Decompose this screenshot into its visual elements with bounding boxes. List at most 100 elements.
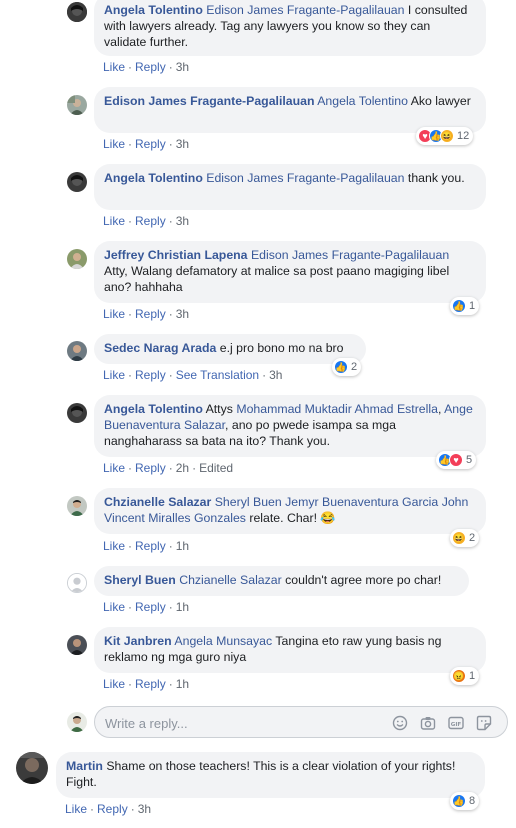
comment-actions: Like · Reply · 1h — [103, 677, 190, 691]
reply-link[interactable]: Reply — [135, 214, 166, 228]
comment-mention[interactable]: Jemyr Buenaventura Garcia — [285, 495, 438, 509]
comment-bubble: Angela Tolentino Edison James Fragante-P… — [94, 164, 486, 210]
comment-actions: Like · Reply · 3h — [103, 137, 190, 151]
comment-text: Atty, Walang defamatory at malice sa pos… — [104, 264, 450, 294]
reply-link[interactable]: Reply — [135, 600, 166, 614]
timestamp[interactable]: 3h — [176, 60, 189, 74]
emoji-icon[interactable] — [392, 715, 408, 731]
see-translation-link[interactable]: See Translation — [176, 368, 259, 382]
timestamp[interactable]: 3h — [176, 137, 189, 151]
like-link[interactable]: Like — [103, 60, 125, 74]
reply-input[interactable] — [105, 713, 375, 733]
like-link[interactable]: Like — [103, 307, 125, 321]
comment-actions: Like · Reply · 2h · Edited — [103, 461, 234, 475]
reply-link[interactable]: Reply — [135, 461, 166, 475]
comment-text: Shame on those teachers! This is a clear… — [66, 759, 456, 789]
comment-mention[interactable]: Angela Tolentino — [317, 94, 408, 108]
avatar[interactable] — [67, 403, 87, 423]
like-link[interactable]: Like — [103, 214, 125, 228]
avatar[interactable] — [67, 496, 87, 516]
sticker-icon[interactable] — [476, 715, 492, 731]
svg-text:GIF: GIF — [451, 722, 462, 728]
avatar[interactable] — [67, 573, 87, 593]
like-link[interactable]: Like — [103, 600, 125, 614]
timestamp[interactable]: 3h — [176, 214, 189, 228]
gif-icon[interactable]: GIF — [448, 715, 464, 731]
like-icon: 👍 — [452, 299, 466, 313]
comment-author[interactable]: Martin — [66, 759, 103, 773]
avatar[interactable] — [67, 341, 87, 361]
reply-link[interactable]: Reply — [135, 307, 166, 321]
reaction-summary[interactable]: ♥ 👍 😆 12 — [416, 127, 474, 145]
reply-composer[interactable]: GIF — [94, 706, 508, 738]
like-link[interactable]: Like — [103, 137, 125, 151]
reply-link[interactable]: Reply — [135, 539, 166, 553]
comment-text: couldn't agree more po char! — [281, 573, 442, 587]
like-link[interactable]: Like — [103, 539, 125, 553]
timestamp[interactable]: 3h — [138, 802, 151, 816]
comment-mention[interactable]: Edison James Fragante-Pagalilauan — [251, 248, 449, 262]
reaction-summary[interactable]: 👍 8 — [450, 792, 480, 810]
avatar[interactable] — [67, 249, 87, 269]
comment-actions: Like · Reply · 1h — [103, 600, 190, 614]
reply-link[interactable]: Reply — [97, 802, 128, 816]
comment-mention[interactable]: Edison James Fragante-Pagalilauan — [206, 171, 404, 185]
reaction-summary[interactable]: 👍 2 — [332, 358, 362, 376]
reply-link[interactable]: Reply — [135, 60, 166, 74]
reaction-summary[interactable]: 😠 1 — [450, 667, 480, 685]
reaction-count: 1 — [469, 670, 476, 682]
comment-author[interactable]: Kit Janbren — [104, 634, 172, 648]
comment-mention[interactable]: Edison James Fragante-Pagalilauan — [206, 3, 404, 17]
reaction-summary[interactable]: 👍 1 — [450, 297, 480, 315]
comment-actions: Like · Reply · See Translation · 3h — [103, 368, 283, 382]
comment-author[interactable]: Chzianelle Salazar — [104, 495, 211, 509]
like-link[interactable]: Like — [103, 677, 125, 691]
avatar[interactable] — [67, 95, 87, 115]
comment-bubble: Sedec Narag Arada e.j pro bono mo na bro — [94, 334, 366, 364]
comment-mention[interactable]: Sheryl Buen — [215, 495, 282, 509]
comment-actions: Like · Reply · 1h — [103, 539, 190, 553]
reply-link[interactable]: Reply — [135, 677, 166, 691]
like-link[interactable]: Like — [65, 802, 87, 816]
comment-author[interactable]: Sheryl Buen — [104, 573, 176, 587]
timestamp[interactable]: 2h — [176, 461, 189, 475]
comment-mention[interactable]: Chzianelle Salazar — [179, 573, 282, 587]
avatar[interactable] — [67, 635, 87, 655]
comment-bubble: Jeffrey Christian Lapena Edison James Fr… — [94, 241, 486, 303]
comment-text: Attys — [202, 402, 237, 416]
reaction-count: 12 — [457, 130, 470, 142]
comment-actions: Like · Reply · 3h — [103, 307, 190, 321]
avatar[interactable] — [67, 172, 87, 192]
comment-text: thank you. — [404, 171, 465, 185]
comment-actions: Like · Reply · 3h — [65, 802, 152, 816]
timestamp[interactable]: 3h — [176, 307, 189, 321]
timestamp[interactable]: 1h — [176, 600, 189, 614]
reply-link[interactable]: Reply — [135, 137, 166, 151]
avatar[interactable] — [16, 752, 48, 784]
comment-author[interactable]: Edison James Fragante-Pagalilauan — [104, 94, 314, 108]
comment-bubble: Sheryl Buen Chzianelle Salazar couldn't … — [94, 566, 469, 596]
avatar[interactable] — [67, 2, 87, 22]
reaction-count: 2 — [469, 532, 476, 544]
comment-mention[interactable]: Mohammad Muktadir Ahmad Estrella — [236, 402, 438, 416]
reaction-summary[interactable]: 👍 ♥ 5 — [436, 451, 477, 469]
comment-author[interactable]: Angela Tolentino — [104, 171, 203, 185]
timestamp[interactable]: 1h — [176, 677, 189, 691]
reply-link[interactable]: Reply — [135, 368, 166, 382]
comment-author[interactable]: Angela Tolentino — [104, 402, 203, 416]
comment-author[interactable]: Sedec Narag Arada — [104, 341, 216, 355]
angry-icon: 😠 — [452, 669, 466, 683]
reaction-summary[interactable]: 😆 2 — [450, 529, 480, 547]
comment-mention[interactable]: Angela Munsayac — [174, 634, 272, 648]
comment-author[interactable]: Angela Tolentino — [104, 3, 203, 17]
like-link[interactable]: Like — [103, 368, 125, 382]
current-user-avatar — [67, 712, 87, 732]
timestamp[interactable]: 3h — [269, 368, 282, 382]
timestamp[interactable]: 1h — [176, 539, 189, 553]
comment-author[interactable]: Jeffrey Christian Lapena — [104, 248, 248, 262]
reaction-count: 1 — [469, 300, 476, 312]
like-link[interactable]: Like — [103, 461, 125, 475]
like-icon: 👍 — [452, 794, 466, 808]
edited-label[interactable]: Edited — [199, 461, 233, 475]
camera-icon[interactable] — [420, 715, 436, 731]
